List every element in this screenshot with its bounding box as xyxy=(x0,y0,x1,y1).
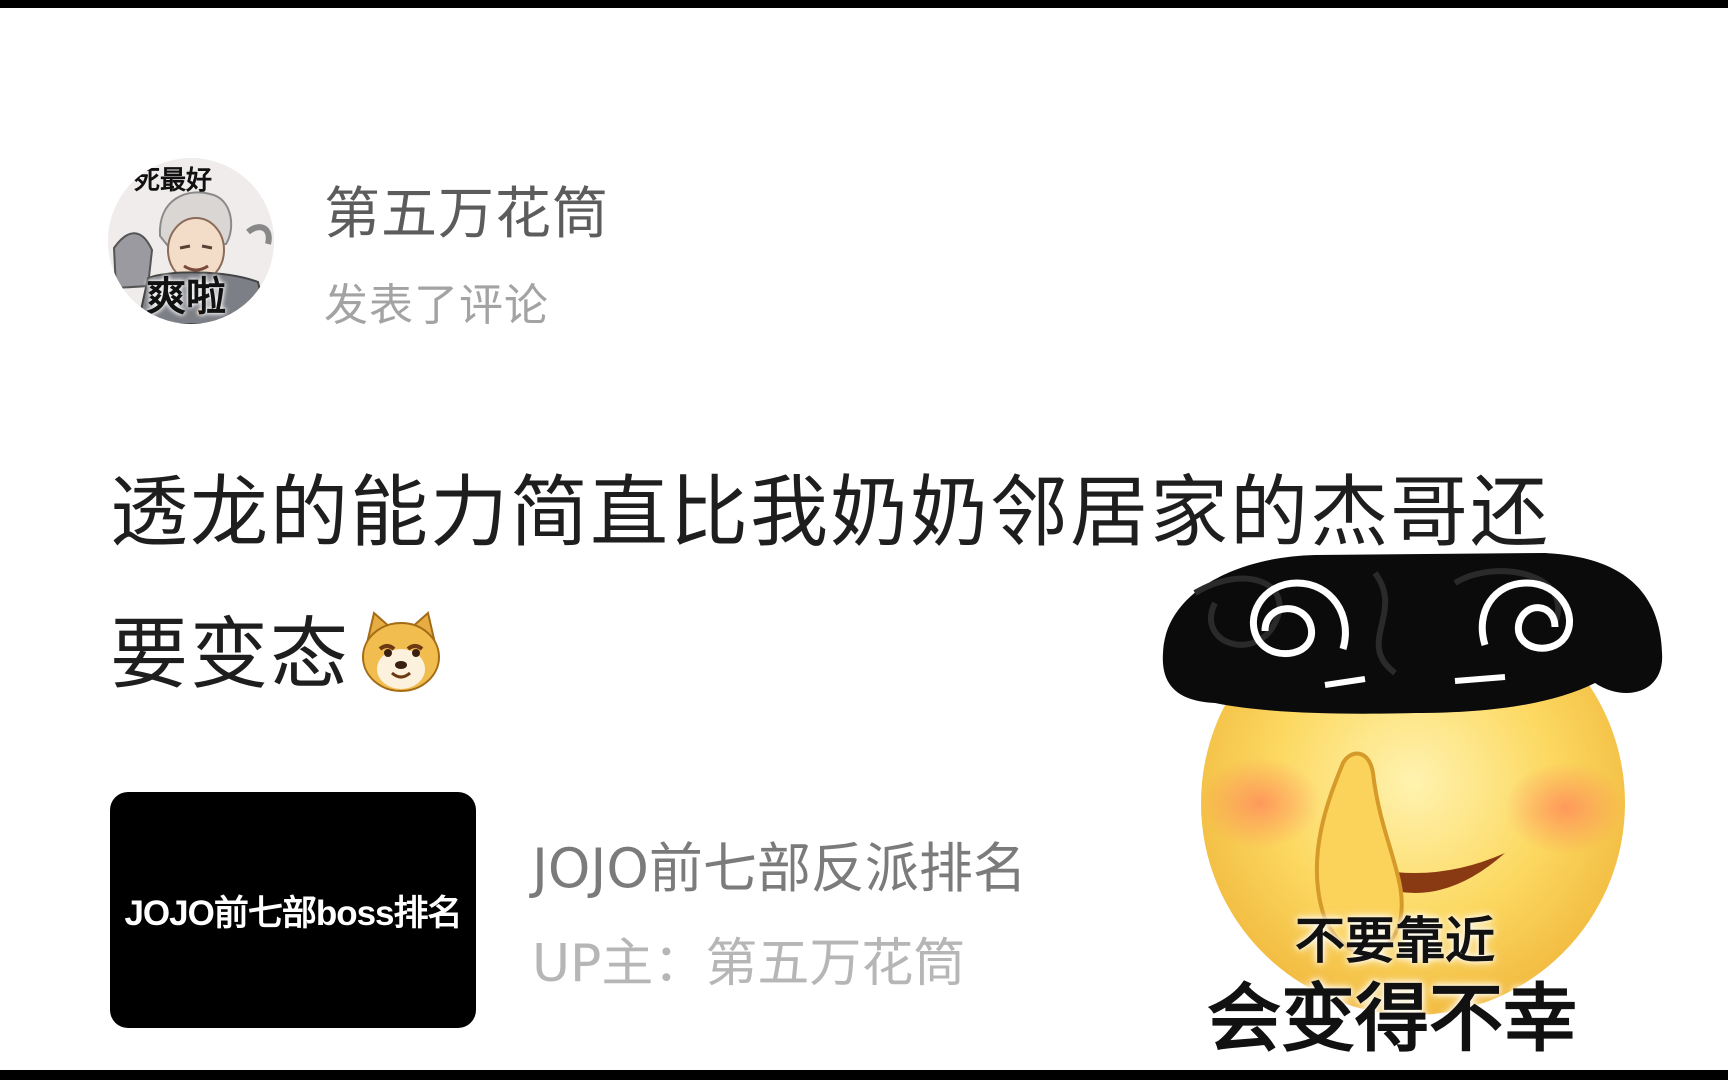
author-name[interactable]: 第五万花筒 xyxy=(324,180,609,250)
video-thumbnail-text: JOJO前七部boss排名 xyxy=(124,893,462,933)
avatar-caption-bottom: 爽啦 xyxy=(146,274,226,320)
sticker-caption-2: 会变得不幸 xyxy=(1207,976,1577,1062)
comment-line-2: 要变态 xyxy=(110,610,351,700)
comment-share-card: 死最好 爽啦 第五万花筒 发表了评论 透龙的能力简直比我奶奶邻居家的杰哥还 要变… xyxy=(0,8,1728,1070)
video-uploader[interactable]: UP主：第五万花筒 xyxy=(532,932,965,996)
video-thumbnail[interactable]: JOJO前七部boss排名 xyxy=(110,792,476,1028)
avatar-caption-top: 死最好 xyxy=(134,166,213,196)
sticker-caption-1: 不要靠近 xyxy=(1295,912,1495,970)
post-action-label: 发表了评论 xyxy=(324,280,549,331)
video-title[interactable]: JOJO前七部反派排名 xyxy=(532,836,1027,902)
meme-sticker: 不要靠近 会变得不幸 xyxy=(1155,553,1675,1070)
doge-emoji-icon xyxy=(362,611,441,692)
author-avatar[interactable]: 死最好 爽啦 xyxy=(108,158,274,324)
